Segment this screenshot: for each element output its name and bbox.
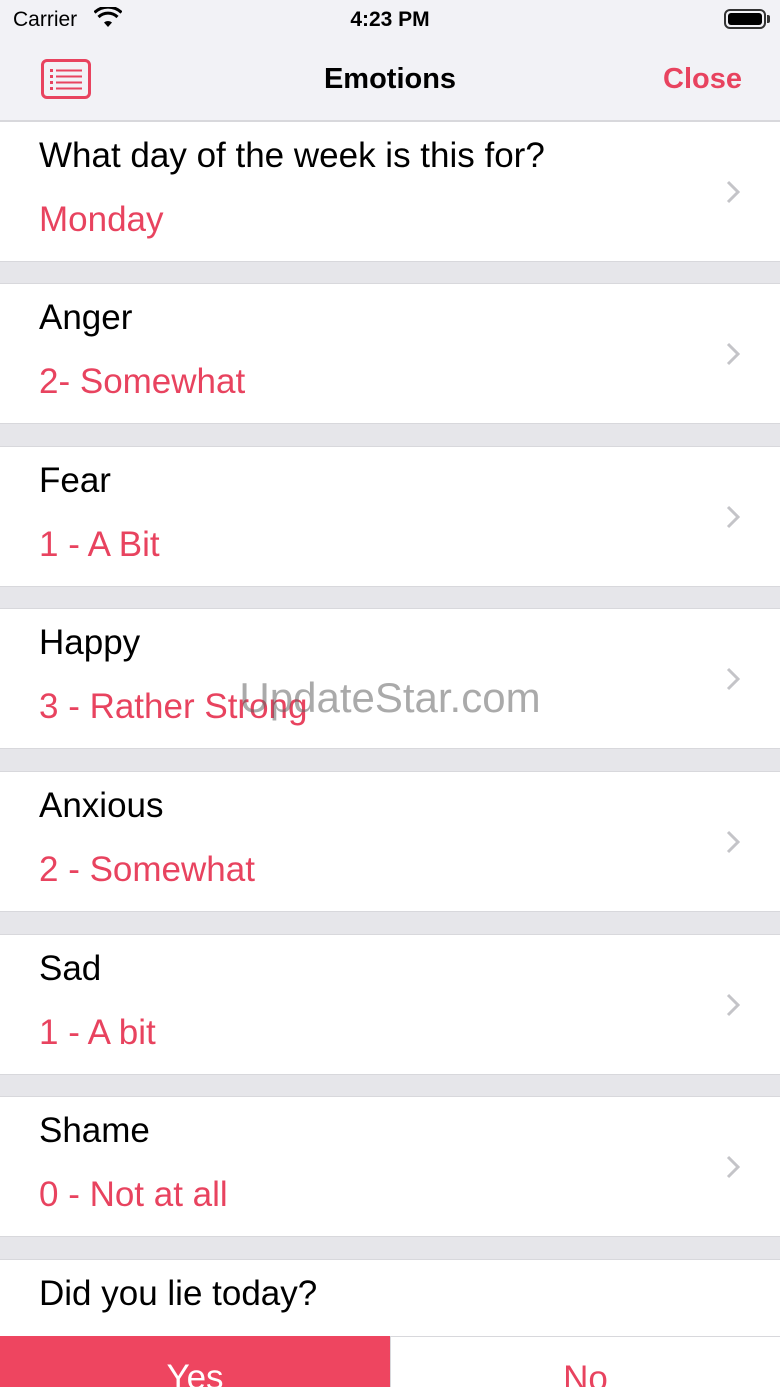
row-value: 1 - A Bit — [39, 525, 160, 564]
yes-button[interactable]: Yes — [0, 1336, 390, 1387]
row-title: Fear — [39, 461, 111, 500]
chevron-right-icon — [726, 993, 740, 1017]
row-title: Sad — [39, 949, 102, 988]
row-day-of-week[interactable]: What day of the week is this for? Monday — [0, 121, 780, 262]
row-shame[interactable]: Shame 0 - Not at all — [0, 1096, 780, 1237]
chevron-right-icon — [726, 342, 740, 366]
row-value: 3 - Rather Strong — [39, 687, 308, 726]
status-bar: Carrier 4:23 PM — [0, 0, 780, 40]
row-fear[interactable]: Fear 1 - A Bit — [0, 446, 780, 587]
lie-question-row: Did you lie today? — [0, 1259, 780, 1336]
row-title: Happy — [39, 623, 141, 662]
no-label: No — [563, 1359, 608, 1387]
row-anger[interactable]: Anger 2- Somewhat — [0, 283, 780, 424]
chevron-right-icon — [726, 830, 740, 854]
no-button[interactable]: No — [390, 1336, 780, 1387]
row-title: Shame — [39, 1111, 150, 1150]
row-value: 2- Somewhat — [39, 362, 246, 401]
battery-tip — [767, 15, 770, 23]
chevron-right-icon — [726, 1155, 740, 1179]
status-time: 4:23 PM — [350, 8, 430, 31]
row-value: 1 - A bit — [39, 1013, 156, 1052]
yes-label: Yes — [166, 1358, 224, 1387]
chevron-right-icon — [726, 505, 740, 529]
close-button[interactable]: Close — [663, 63, 742, 96]
row-title: Anger — [39, 298, 133, 337]
chevron-right-icon — [726, 667, 740, 691]
row-value: 2 - Somewhat — [39, 850, 255, 889]
row-title: Anxious — [39, 786, 164, 825]
row-sad[interactable]: Sad 1 - A bit — [0, 934, 780, 1075]
row-value: Monday — [39, 200, 164, 239]
navigation-bar: Emotions Close — [0, 40, 780, 121]
screen: Carrier 4:23 PM Emotions Close What day … — [0, 0, 780, 1387]
row-happy[interactable]: Happy 3 - Rather Strong — [0, 608, 780, 749]
row-value: 0 - Not at all — [39, 1175, 228, 1214]
row-title: What day of the week is this for? — [39, 136, 545, 175]
battery-icon — [724, 9, 766, 29]
lie-question-title: Did you lie today? — [39, 1274, 318, 1313]
chevron-right-icon — [726, 180, 740, 204]
row-anxious[interactable]: Anxious 2 - Somewhat — [0, 771, 780, 912]
